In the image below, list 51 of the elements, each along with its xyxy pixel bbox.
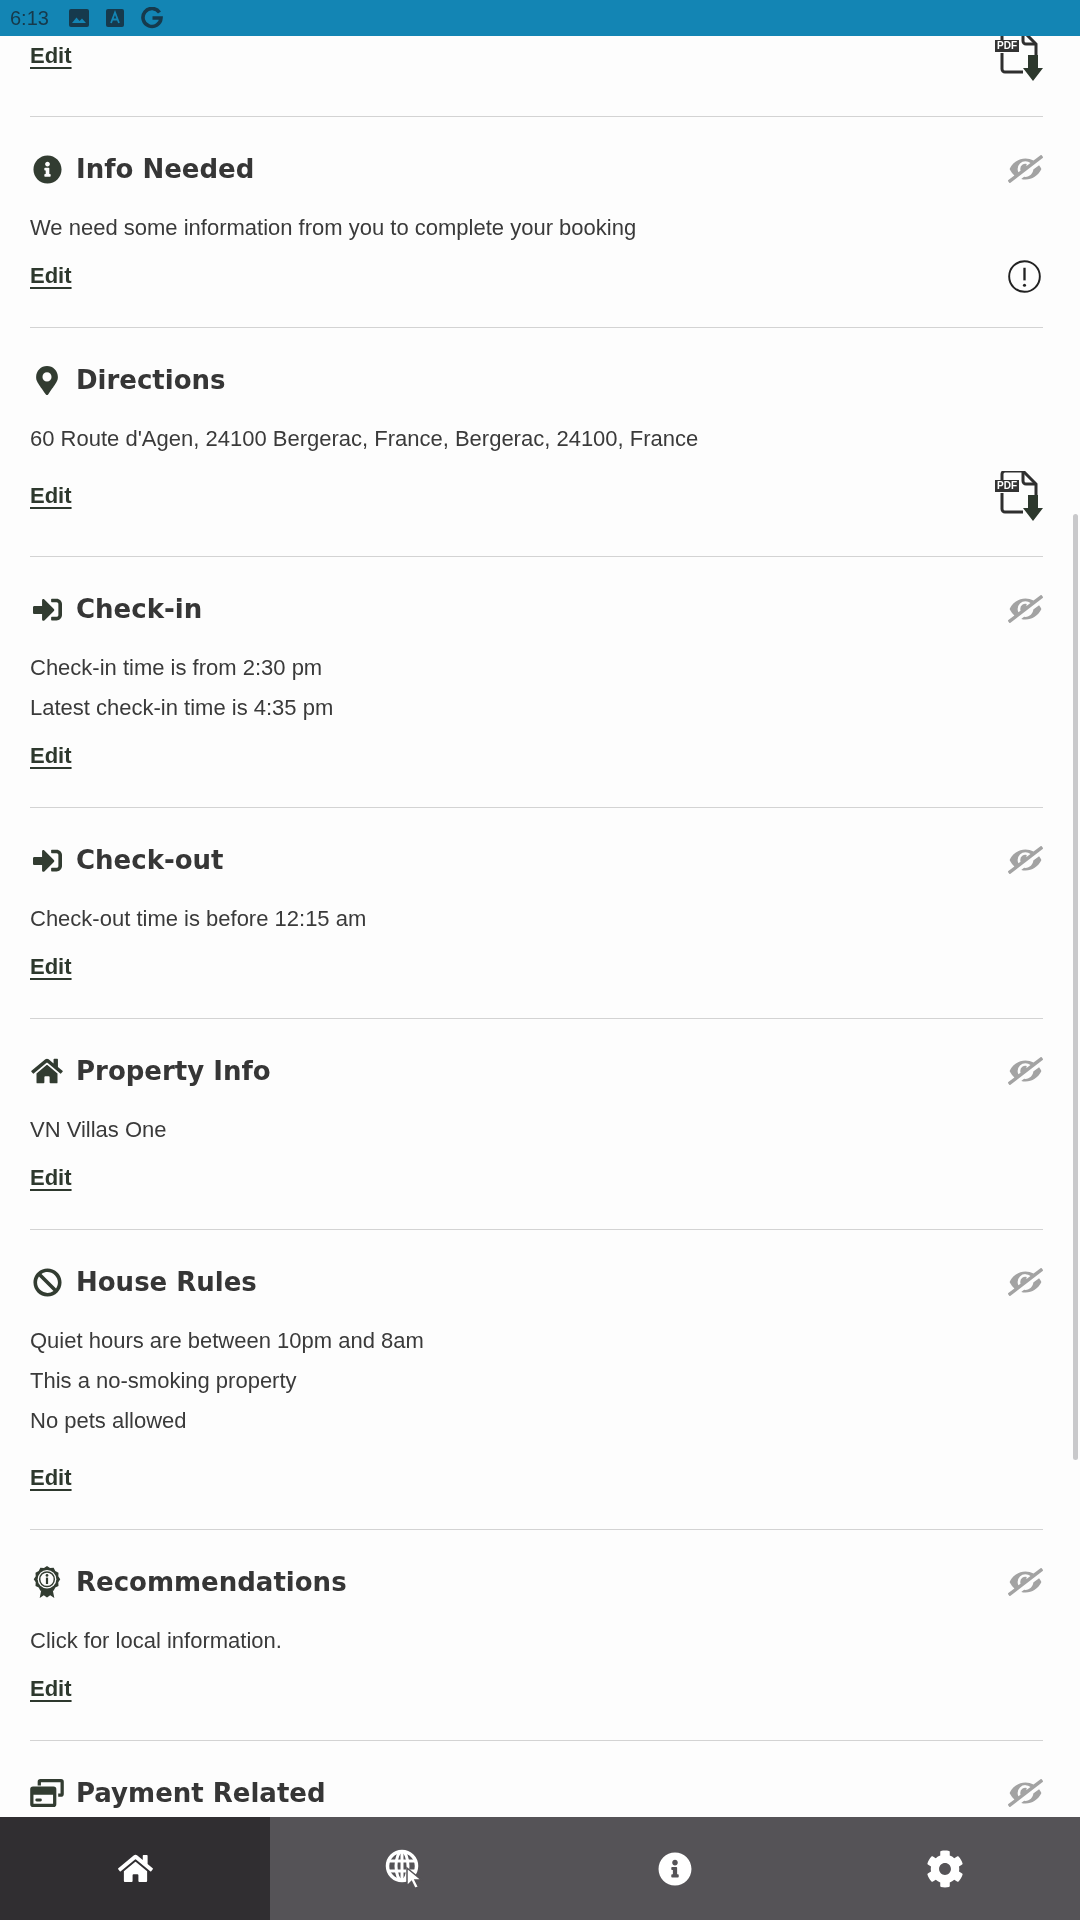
section-text: We need some information from you to complete your booking [30, 214, 638, 242]
pdf-download-button[interactable]: PDF [995, 36, 1043, 81]
edit-link[interactable]: Edit [30, 1467, 72, 1489]
section-text: Check-out time is before 12:15 am [30, 905, 368, 933]
nav-tab[interactable] [270, 1817, 540, 1920]
prohibited-icon [32, 1267, 62, 1297]
section-title: Property Info [76, 1058, 271, 1084]
edit-link[interactable]: Edit [30, 485, 72, 507]
edit-link[interactable]: Edit [30, 745, 72, 767]
g-logo-icon [140, 7, 163, 29]
section-text: Click for local information. [30, 1627, 283, 1655]
info-icon [658, 1851, 692, 1886]
section-text: Quiet hours are between 10pm and 8am [30, 1327, 425, 1355]
eye-slash-icon[interactable] [1008, 846, 1043, 874]
nav-tab[interactable] [810, 1817, 1080, 1920]
status-time: 6:13 [10, 8, 49, 28]
award-ribbon-icon [33, 1566, 61, 1598]
section-text: No pets allowed [30, 1407, 188, 1435]
section-title: Payment Related [76, 1780, 326, 1806]
settings-icon [926, 1849, 964, 1888]
section-text: Check-in time is from 2:30 pm [30, 654, 324, 682]
section-title: Check-out [76, 847, 224, 873]
home-icon [117, 1853, 153, 1884]
app-letter-icon [105, 9, 124, 27]
edit-link[interactable]: Edit [30, 45, 72, 67]
edit-link[interactable]: Edit [30, 265, 72, 287]
eye-slash-icon[interactable] [1008, 1268, 1043, 1296]
map-pin-icon [36, 365, 58, 395]
section-title: Info Needed [76, 156, 255, 182]
house-icon [31, 1057, 63, 1085]
eye-slash-icon[interactable] [1008, 1568, 1043, 1596]
exclamation-circle-icon [1008, 259, 1041, 293]
image-icon [68, 9, 89, 27]
edit-link[interactable]: Edit [30, 1167, 72, 1189]
section-text: 60 Route d'Agen, 24100 Bergerac, France, Bergerac, 24100, France [30, 425, 700, 453]
edit-link[interactable]: Edit [30, 956, 72, 978]
pdf-download-button[interactable]: PDF [995, 471, 1043, 521]
section-title: Check-in [76, 596, 203, 622]
info-icon [32, 154, 62, 184]
section-text: VN Villas One [30, 1116, 168, 1144]
section-title: House Rules [76, 1269, 257, 1295]
credit-cards-icon [30, 1779, 64, 1807]
eye-slash-icon[interactable] [1008, 155, 1043, 183]
section-title: Recommendations [76, 1569, 347, 1595]
section-text: Latest check-in time is 4:35 pm [30, 694, 335, 722]
section-title: Directions [76, 367, 226, 393]
edit-link[interactable]: Edit [30, 1678, 72, 1700]
section-text: This a no-smoking property [30, 1367, 298, 1395]
eye-slash-icon[interactable] [1008, 1779, 1043, 1807]
eye-slash-icon[interactable] [1008, 1057, 1043, 1085]
eye-slash-icon[interactable] [1008, 595, 1043, 623]
